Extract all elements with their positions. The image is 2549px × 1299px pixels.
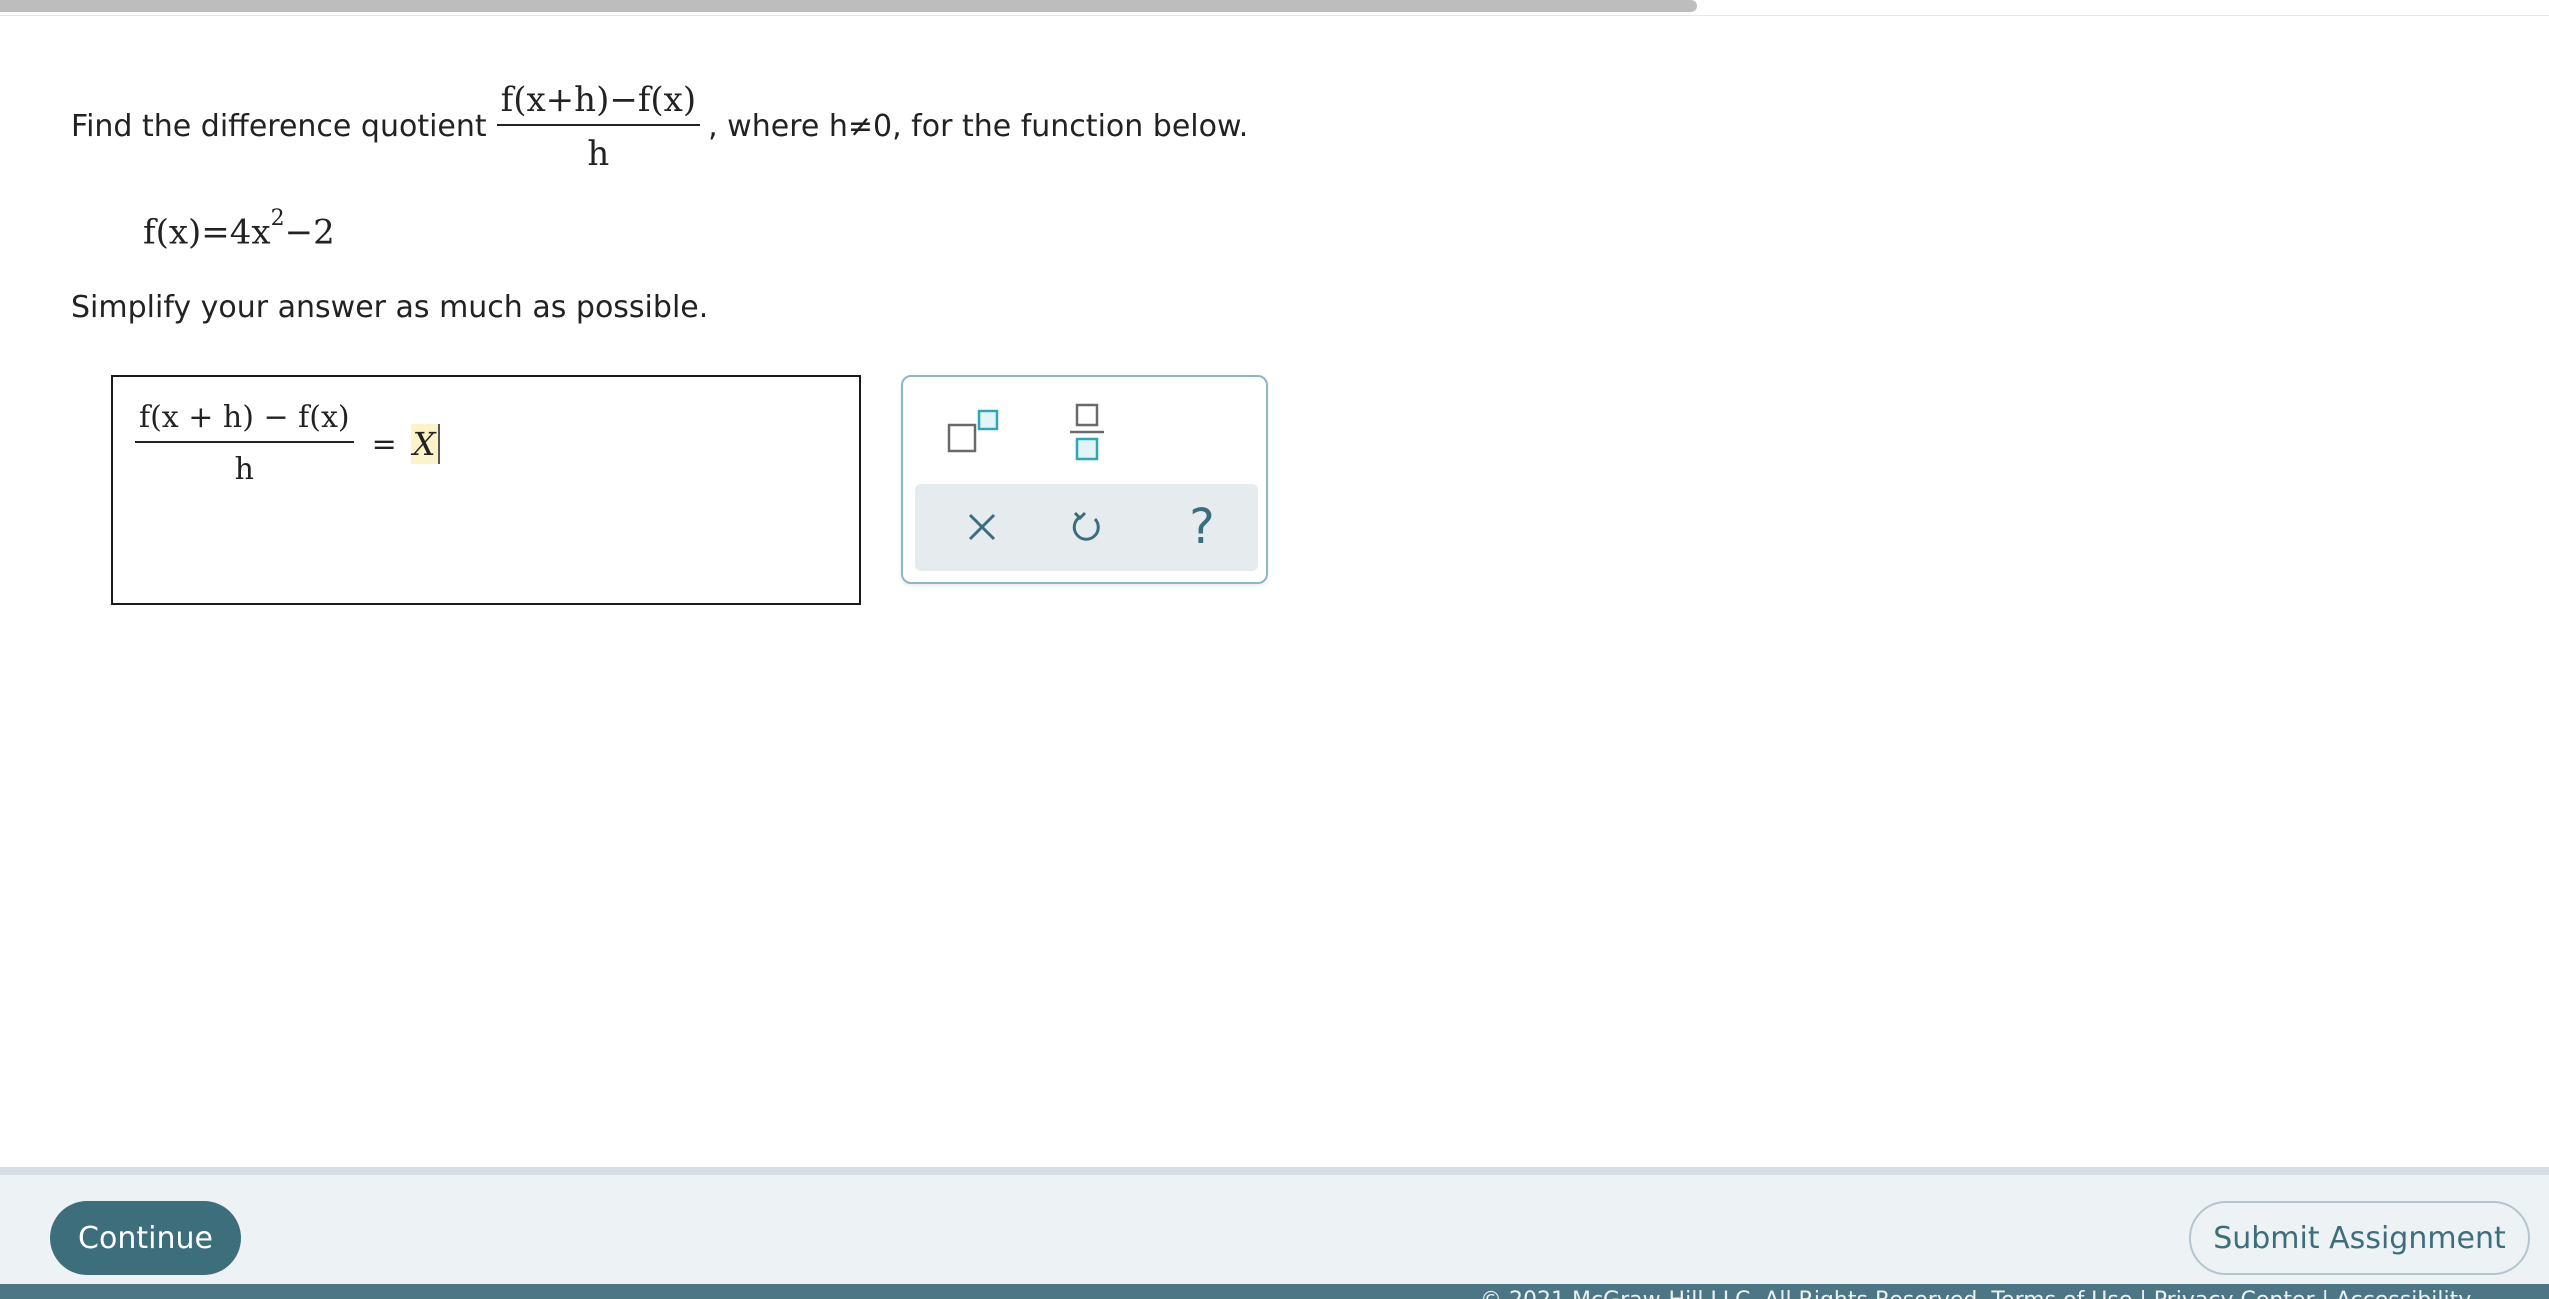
answer-lhs-fraction: f(x + h) − f(x) h [135,395,354,493]
question-mark-icon: ? [1189,499,1215,555]
continue-button[interactable]: Continue [50,1201,241,1275]
instruction-text: Simplify your answer as much as possible… [71,290,709,325]
function-exponent: 2 [270,206,285,231]
undo-button[interactable] [1047,492,1127,562]
help-button[interactable]: ? [1162,492,1242,562]
function-definition: f(x)=4x2−2 [143,206,335,253]
footer-bar: Continue Submit Assignment [0,1167,2549,1299]
answer-box[interactable]: f(x + h) − f(x) h = X [111,375,861,605]
difference-quotient-fraction: f(x+h)−f(x) h [496,76,701,178]
answer-lhs-numerator: f(x + h) − f(x) [139,400,350,435]
close-icon [968,513,996,541]
answer-input[interactable]: X [410,424,440,464]
question-condition: , where h≠0, for the function below. [708,109,1249,144]
answer-lhs-denominator: h [135,441,354,493]
math-palette: ? [901,375,1268,584]
progress-fill [0,0,1697,12]
palette-tool-row: ? [915,484,1258,571]
question-intro: Find the difference quotient [71,109,487,144]
fraction-icon [1070,403,1104,461]
legal-text: © 2021 McGraw-Hill LLC. All Rights Reser… [1480,1288,2471,1299]
undo-icon [1072,511,1100,541]
fraction-button[interactable] [1047,397,1127,467]
fraction-denominator: h [496,124,701,178]
function-lhs: f(x)=4x [143,212,271,253]
fraction-numerator: f(x+h)−f(x) [500,80,697,120]
clear-button[interactable] [942,492,1022,562]
superscript-icon [947,409,999,453]
equals-sign: = [371,426,397,462]
question-prompt: Find the difference quotient f(x+h)−f(x)… [71,76,1248,178]
superscript-button[interactable] [931,397,1011,467]
legal-footer-strip: © 2021 McGraw-Hill LLC. All Rights Reser… [0,1284,2549,1299]
top-progress-bar [0,0,2549,16]
answer-expression: f(x + h) − f(x) h = X [135,395,440,493]
submit-assignment-button[interactable]: Submit Assignment [2189,1201,2530,1275]
function-rhs: −2 [284,212,335,253]
